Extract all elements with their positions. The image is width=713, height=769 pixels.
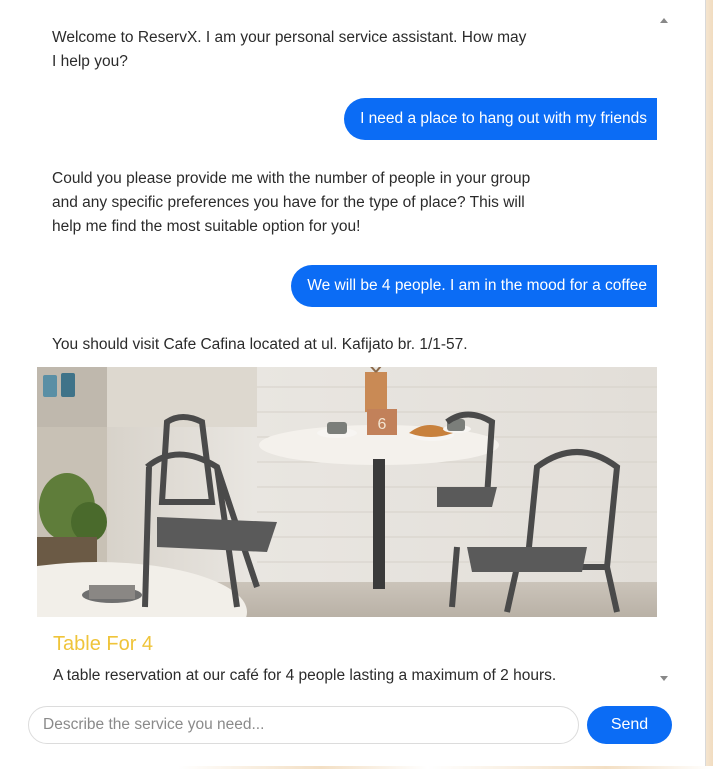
user-message: We will be 4 people. I am in the mood fo… xyxy=(291,265,657,307)
scroll-down-arrow-icon[interactable] xyxy=(660,676,668,681)
scroll-up-arrow-icon[interactable] xyxy=(660,18,668,23)
card-description: A table reservation at our café for 4 pe… xyxy=(53,667,557,684)
bot-message: You should visit Cafe Cafina located at … xyxy=(52,336,468,353)
bot-message: Welcome to ReservX. I am your personal s… xyxy=(52,29,527,70)
cafe-table-photo: 6 xyxy=(37,367,657,617)
chat-widget: Welcome to ReservX. I am your personal s… xyxy=(0,0,706,769)
table-number: 6 xyxy=(378,416,387,433)
send-button[interactable]: Send xyxy=(587,706,672,744)
service-card[interactable]: 6 Table For 4 A table reservation at our… xyxy=(37,367,657,690)
service-input[interactable] xyxy=(28,706,579,744)
message-composer: Send xyxy=(28,706,672,744)
bot-message: Could you please provide me with the num… xyxy=(52,170,531,235)
card-title: Table For 4 xyxy=(53,633,154,655)
chat-scrollbar[interactable] xyxy=(657,10,671,690)
user-message: I need a place to hang out with my frien… xyxy=(344,98,657,140)
chat-history[interactable]: Welcome to ReservX. I am your personal s… xyxy=(0,0,672,690)
